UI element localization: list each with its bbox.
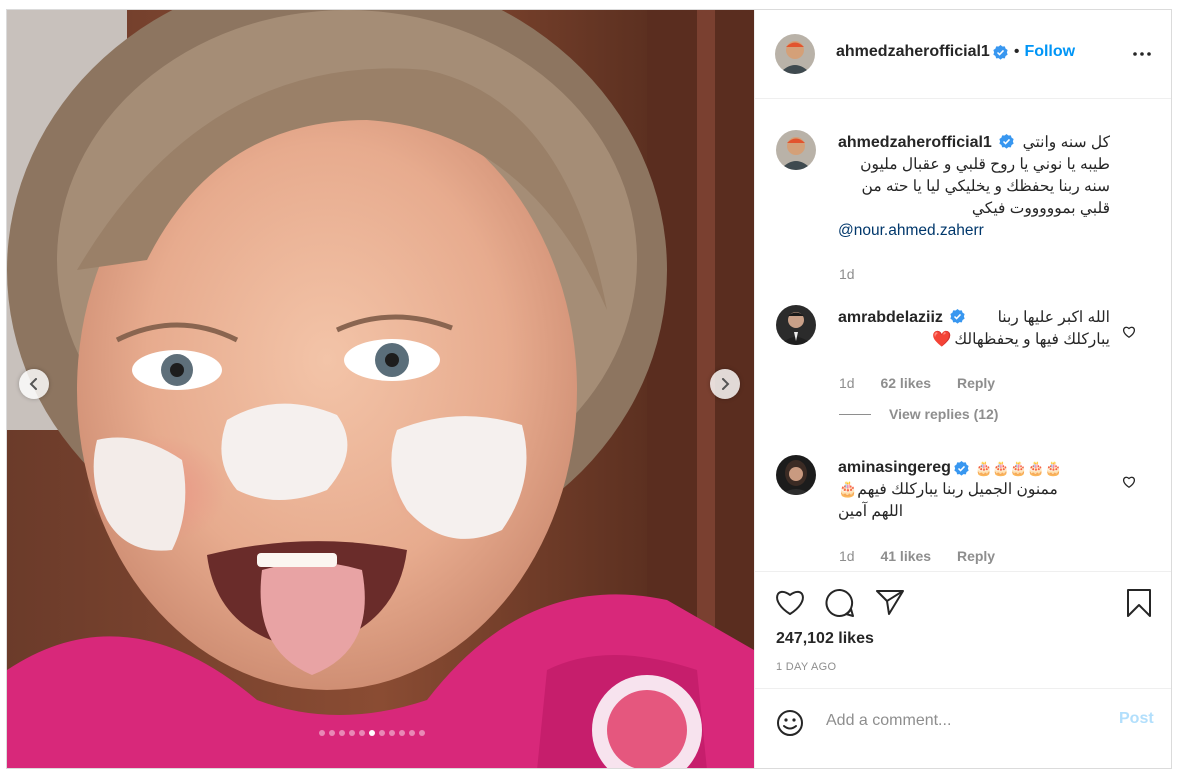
verified-badge-icon bbox=[993, 44, 1008, 60]
follow-button[interactable]: Follow bbox=[1024, 43, 1075, 61]
reply-button[interactable]: Reply bbox=[957, 375, 995, 391]
slide-dot bbox=[399, 730, 405, 736]
caption-body: ahmedzaherofficial1 كل سنه وانتي طيبه يا… bbox=[838, 132, 1110, 242]
comment-line: ممنون الجميل ربنا يباركلك فيهم🎂 bbox=[838, 481, 1058, 498]
replies-divider bbox=[839, 413, 871, 415]
cake-emojis: 🎂🎂🎂🎂🎂 bbox=[974, 460, 1063, 476]
chevron-left-icon bbox=[29, 378, 37, 390]
add-comment-bar: Post bbox=[755, 688, 1171, 748]
comment-line: يباركلك فيها و يحفظهالك bbox=[954, 331, 1110, 348]
verified-badge-icon bbox=[954, 460, 969, 476]
slide-dot bbox=[319, 730, 325, 736]
header-line: ahmedzaherofficial1 • Follow bbox=[836, 43, 1075, 61]
reply-button[interactable]: Reply bbox=[957, 548, 995, 564]
comment-body: aminasingereg 🎂🎂🎂🎂🎂 ممنون الجميل ربنا يب… bbox=[838, 457, 1110, 523]
comment-input[interactable] bbox=[824, 707, 1098, 735]
comment-bubble-icon[interactable] bbox=[825, 588, 855, 618]
post-photo bbox=[7, 10, 754, 768]
like-heart-icon[interactable] bbox=[775, 588, 805, 616]
slide-dot bbox=[359, 730, 365, 736]
slide-indicator bbox=[319, 730, 425, 736]
likes-count[interactable]: 247,102 likes bbox=[776, 630, 874, 648]
comment-meta: 1d 41 likes Reply bbox=[839, 548, 1017, 564]
comment-line: اللهم آمين bbox=[838, 503, 904, 520]
chevron-right-icon bbox=[722, 378, 730, 390]
author-username[interactable]: ahmedzaherofficial1 bbox=[836, 43, 990, 61]
commenter-avatar[interactable] bbox=[776, 305, 816, 345]
slide-dot bbox=[389, 730, 395, 736]
caption-line: قلبي بموووووت فيكي bbox=[971, 200, 1110, 217]
save-bookmark-icon[interactable] bbox=[1126, 588, 1152, 618]
comment-time[interactable]: 1d bbox=[839, 548, 855, 564]
verified-badge-icon bbox=[999, 134, 1014, 149]
post-media[interactable] bbox=[7, 10, 754, 768]
caption-username[interactable]: ahmedzaherofficial1 bbox=[838, 134, 992, 151]
slide-dot bbox=[329, 730, 335, 736]
commenter-username[interactable]: aminasingereg bbox=[838, 457, 951, 479]
mention-link[interactable]: @nour.ahmed.zaherr bbox=[838, 222, 984, 239]
share-send-icon[interactable] bbox=[875, 588, 905, 616]
caption-avatar[interactable] bbox=[776, 130, 816, 170]
more-options-icon[interactable] bbox=[1132, 44, 1152, 64]
comment-likes[interactable]: 41 likes bbox=[880, 548, 931, 564]
slide-dot bbox=[379, 730, 385, 736]
post-comment-button[interactable]: Post bbox=[1119, 710, 1154, 728]
post-timestamp[interactable]: 1 DAY AGO bbox=[776, 661, 836, 673]
post-header: ahmedzaherofficial1 • Follow bbox=[755, 10, 1171, 99]
view-replies-label: View replies (12) bbox=[889, 406, 999, 422]
emoji-picker-icon[interactable] bbox=[776, 709, 804, 737]
header-separator: • bbox=[1013, 43, 1020, 60]
author-avatar[interactable] bbox=[775, 34, 815, 74]
like-comment-heart-icon[interactable] bbox=[1122, 325, 1136, 339]
heart-emoji: ❤️ bbox=[932, 331, 952, 348]
post-card: ahmedzaherofficial1 • Follow ahmedzahero… bbox=[6, 9, 1172, 769]
comments-list[interactable]: ahmedzaherofficial1 كل سنه وانتي طيبه يا… bbox=[755, 100, 1171, 570]
slide-dot bbox=[369, 730, 375, 736]
comment-likes[interactable]: 62 likes bbox=[880, 375, 931, 391]
comment-body: amrabdelaziiz الله اكبر عليها ربنا ❤️ يب… bbox=[838, 307, 1110, 351]
slide-dot bbox=[419, 730, 425, 736]
slide-dot bbox=[409, 730, 415, 736]
slide-dot bbox=[349, 730, 355, 736]
caption-time[interactable]: 1d bbox=[839, 266, 855, 282]
commenter-avatar[interactable] bbox=[776, 455, 816, 495]
caption-meta: 1d bbox=[839, 266, 877, 282]
caption-line: كل سنه وانتي bbox=[1022, 134, 1110, 151]
post-side-panel: ahmedzaherofficial1 • Follow ahmedzahero… bbox=[754, 10, 1171, 768]
next-slide-button[interactable] bbox=[710, 369, 740, 399]
view-replies-button[interactable]: View replies (12) bbox=[839, 406, 998, 422]
verified-badge-icon bbox=[950, 309, 965, 324]
comment-line: الله اكبر عليها ربنا bbox=[997, 309, 1110, 326]
comment-time[interactable]: 1d bbox=[839, 375, 855, 391]
caption-line: سنه ربنا يحفظك و يخليكي ليا يا حته من bbox=[861, 178, 1110, 195]
caption-line: طيبه يا نوني يا روح قلبي و عقبال مليون bbox=[860, 156, 1110, 173]
commenter-username[interactable]: amrabdelaziiz bbox=[838, 309, 943, 326]
comment-meta: 1d 62 likes Reply bbox=[839, 375, 1017, 391]
like-comment-heart-icon[interactable] bbox=[1122, 475, 1136, 489]
post-actions: 247,102 likes 1 DAY AGO bbox=[755, 571, 1171, 688]
previous-slide-button[interactable] bbox=[19, 369, 49, 399]
slide-dot bbox=[339, 730, 345, 736]
